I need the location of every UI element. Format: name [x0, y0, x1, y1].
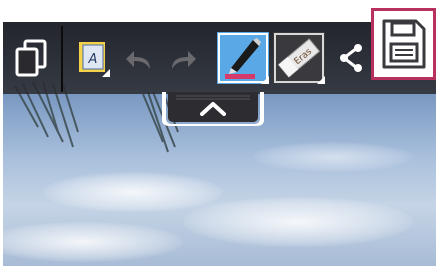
text-style-button[interactable]: A: [73, 36, 113, 80]
text-style-icon: A: [79, 42, 110, 77]
redo-button[interactable]: [163, 40, 203, 80]
undo-button[interactable]: [119, 40, 159, 80]
redo-icon: [172, 51, 196, 69]
multitask-icon: [15, 39, 47, 77]
eraser-button[interactable]: Eras: [273, 32, 325, 84]
text-style-glyph: A: [88, 52, 98, 67]
expand-toolbar-handle[interactable]: [162, 92, 264, 126]
handle-tab-shape: [162, 92, 264, 126]
save-button[interactable]: [371, 8, 436, 80]
undo-icon: [126, 51, 150, 69]
toolbar-divider: [61, 26, 63, 92]
pen-icon: [217, 32, 269, 84]
share-icon: [340, 44, 362, 72]
pen-button[interactable]: [217, 32, 269, 84]
share-button[interactable]: [331, 38, 371, 78]
eraser-icon: Eras: [273, 32, 325, 84]
save-icon: [382, 19, 426, 69]
multitask-button[interactable]: [11, 36, 51, 80]
